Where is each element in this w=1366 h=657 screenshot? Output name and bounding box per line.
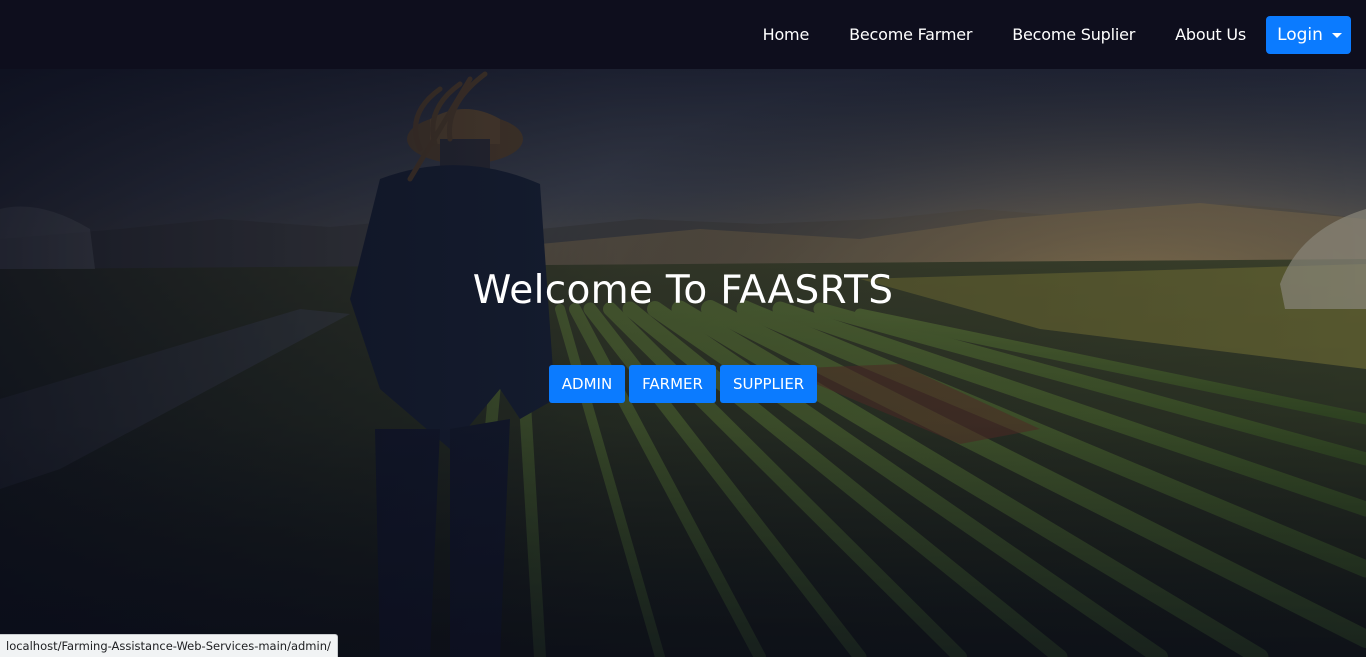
browser-status-url: localhost/Farming-Assistance-Web-Service… xyxy=(0,634,338,657)
nav-link-become-farmer[interactable]: Become Farmer xyxy=(849,25,972,44)
hero-section: Welcome To FAASRTS ADMIN FARMER SUPPLIER xyxy=(0,69,1366,657)
admin-button[interactable]: ADMIN xyxy=(548,365,626,403)
caret-down-icon xyxy=(1331,32,1342,38)
nav-menu: Home Become Farmer Become Suplier About … xyxy=(763,0,1351,69)
hero-dark-overlay xyxy=(0,69,1366,657)
farmer-button[interactable]: FARMER xyxy=(629,365,716,403)
nav-link-about-us[interactable]: About Us xyxy=(1175,25,1246,44)
nav-link-home[interactable]: Home xyxy=(763,25,810,44)
role-button-group: ADMIN FARMER SUPPLIER xyxy=(0,365,1366,403)
supplier-button[interactable]: SUPPLIER xyxy=(719,365,818,403)
landing-page: Home Become Farmer Become Suplier About … xyxy=(0,0,1366,657)
hero-title: Welcome To FAASRTS xyxy=(472,268,894,313)
nav-link-become-supplier[interactable]: Become Suplier xyxy=(1012,25,1135,44)
login-label: Login xyxy=(1277,24,1323,45)
top-navbar: Home Become Farmer Become Suplier About … xyxy=(0,0,1366,69)
login-dropdown-button[interactable]: Login xyxy=(1266,15,1351,54)
